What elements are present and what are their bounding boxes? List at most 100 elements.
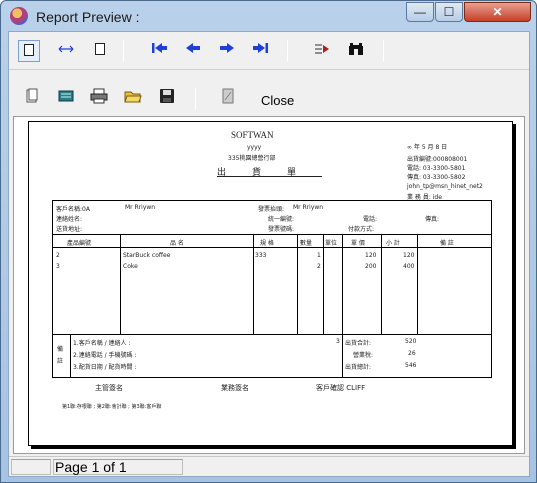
printer-icon[interactable] (88, 88, 110, 110)
row-price: 120 (365, 252, 377, 259)
close-document-icon[interactable] (217, 88, 239, 110)
column-divider (253, 234, 254, 334)
report-doc-title: 出貨單 (217, 168, 323, 178)
report-company: SOFTWAN (231, 130, 274, 140)
title-bar[interactable]: Report Preview : — ☐ ✕ (1, 1, 536, 31)
footer-note: 第1聯:存根聯 ; 第2聯:會計聯 ; 第3聯:客戶聯 (62, 404, 162, 410)
close-button[interactable]: Close (261, 93, 294, 108)
report-info-line: 出貨編號:000808001 (407, 156, 468, 163)
customer-name-label: 客戶名稱:0A (56, 206, 90, 213)
column-divider (417, 234, 418, 334)
column-divider (297, 234, 298, 334)
status-cell (11, 459, 51, 475)
row-qty: 2 (317, 263, 321, 270)
total-label: 出貨總計: (345, 364, 372, 371)
row-price: 200 (365, 263, 377, 270)
goto-page-icon[interactable] (311, 40, 333, 62)
total-value: 520 (405, 338, 417, 345)
column-header: 數量 (300, 240, 313, 247)
total-value: 546 (405, 362, 417, 369)
notes-label: 備註 (57, 346, 64, 365)
actions-toolbar: Close (9, 82, 529, 114)
table-rule (53, 247, 491, 248)
table-rule (53, 334, 491, 335)
toolbar-separator (287, 40, 288, 62)
report-table: 客戶名稱:0A Mr Rriywn 發票抬頭: Mr Rriywn 連絡姓名: … (52, 200, 492, 378)
column-header: 單位 (325, 240, 338, 247)
signature-label: 主管簽名 (95, 384, 123, 392)
column-header: 備 註 (440, 240, 454, 247)
column-divider (70, 334, 71, 378)
note-line: 1.客戶名稱 / 連絡人 : (73, 340, 131, 347)
phone-label: 電話: (363, 216, 378, 223)
report-info-line: 電話: 03-3300-5801 (407, 165, 466, 172)
row-qty: 1 (317, 252, 321, 259)
toolbar-separator (195, 88, 196, 110)
column-header: 小 計 (386, 240, 400, 247)
window-title: Report Preview : (36, 9, 140, 25)
column-divider (381, 234, 382, 334)
column-divider (120, 234, 121, 334)
fit-width-icon[interactable] (55, 40, 77, 62)
contact-label: 連絡姓名: (56, 216, 83, 223)
note-line: 3.配貨日期 / 配貨時間 : (73, 364, 137, 371)
close-window-button[interactable]: ✕ (464, 2, 531, 22)
column-header: 產品編號 (67, 240, 92, 247)
minimize-button[interactable]: — (406, 2, 434, 22)
report-info-line: john_tp@msn_hinet_net2 (407, 183, 483, 190)
column-divider (342, 234, 343, 378)
new-document-icon[interactable] (21, 88, 43, 110)
app-icon (10, 7, 28, 25)
toolbar-separator (123, 40, 124, 62)
last-page-icon[interactable] (250, 40, 272, 62)
single-page-icon[interactable] (18, 40, 40, 62)
report-date: ∞ 年 5 月 8 日 (407, 144, 448, 151)
notes-number: 3 (336, 338, 340, 345)
row-spec: 333 (255, 252, 267, 259)
row-subtotal: 120 (403, 252, 415, 259)
table-rule (53, 234, 491, 235)
report-year: yyyy (247, 144, 262, 151)
report-preview-window: Report Preview : — ☐ ✕ Close SOFTWAN yyy… (0, 0, 537, 483)
report-department: 335桃園總營行部 (228, 155, 276, 162)
full-page-icon[interactable] (89, 40, 111, 62)
column-header: 單 價 (351, 240, 365, 247)
toolbar-separator (383, 40, 384, 62)
navigation-toolbar (9, 32, 529, 70)
total-value: 26 (408, 350, 416, 357)
total-label: 營業稅: (353, 352, 374, 359)
row-code: 3 (56, 263, 60, 270)
tax-id-label: 統一編號: (268, 216, 295, 223)
payment-label: 付款方式: (348, 226, 375, 233)
signature-label: 業務簽名 (221, 384, 249, 392)
invoice-title-value: Mr Rriywn (293, 204, 324, 211)
column-divider (323, 234, 324, 334)
row-subtotal: 400 (403, 263, 415, 270)
first-page-icon[interactable] (148, 40, 170, 62)
column-header: 品 名 (170, 240, 184, 247)
total-label: 出貨合計: (345, 340, 372, 347)
row-code: 2 (56, 252, 60, 259)
address-label: 送貨地址: (56, 226, 83, 233)
page-indicator: Page 1 of 1 (55, 459, 127, 475)
invoice-number-label: 發票號碼: (268, 226, 295, 233)
row-name: StarBuck coffee (123, 252, 171, 259)
save-disk-icon[interactable] (156, 88, 178, 110)
signature-label: 客戶確認 CLIFF (316, 384, 366, 392)
export-icon[interactable] (55, 88, 77, 110)
status-bar: Page 1 of 1 (9, 456, 529, 476)
maximize-button[interactable]: ☐ (435, 2, 463, 22)
client-area: Close SOFTWAN yyyy 335桃園總營行部 出貨單 ∞ 年 5 月… (8, 31, 530, 477)
customer-name-value: Mr Rriywn (125, 204, 156, 211)
next-page-icon[interactable] (216, 40, 238, 62)
fax-label: 傳真: (425, 216, 440, 223)
previous-page-icon[interactable] (182, 40, 204, 62)
report-page: SOFTWAN yyyy 335桃園總營行部 出貨單 ∞ 年 5 月 8 日 出… (28, 121, 513, 446)
open-folder-icon[interactable] (122, 88, 144, 110)
note-line: 2.連絡電話 / 手機號碼 : (73, 352, 137, 359)
binoculars-icon[interactable] (345, 40, 367, 62)
report-info-line: 傳真: 03-3300-5802 (407, 174, 466, 181)
row-name: Coke (123, 263, 138, 270)
report-viewport[interactable]: SOFTWAN yyyy 335桃園總營行部 出貨單 ∞ 年 5 月 8 日 出… (13, 116, 525, 454)
column-header: 規 格 (260, 240, 274, 247)
